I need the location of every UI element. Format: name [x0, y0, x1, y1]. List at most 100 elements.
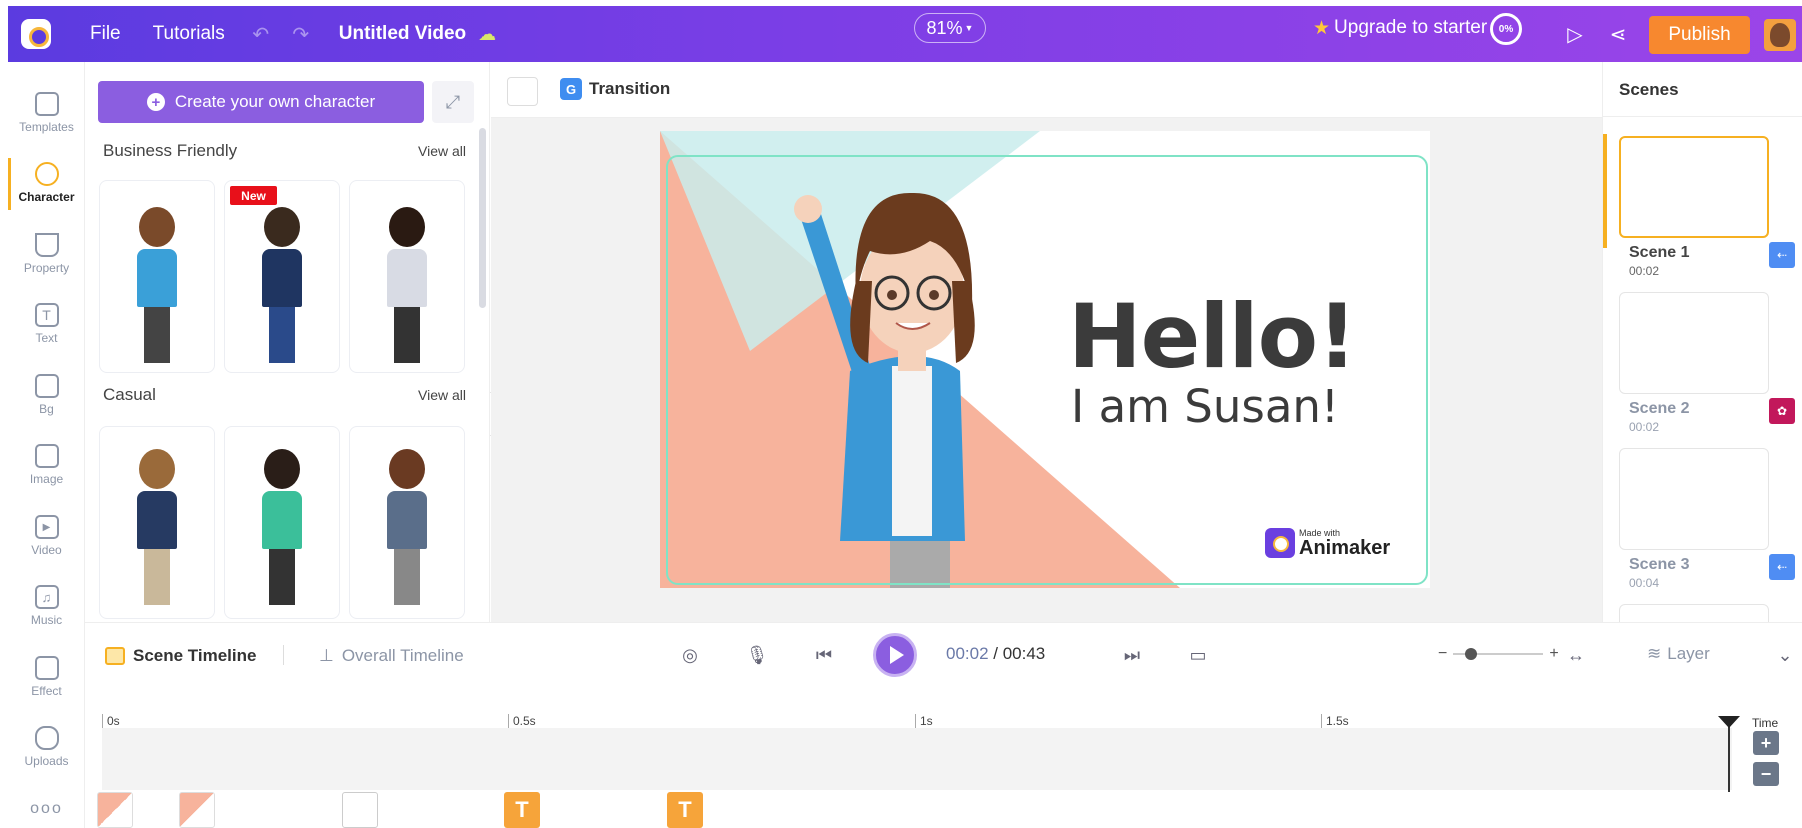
effect-icon: [34, 656, 59, 680]
slider-knob[interactable]: [1465, 648, 1478, 660]
layer-button[interactable]: ≋ Layer: [1647, 644, 1710, 664]
scene-name: Scene 2: [1629, 400, 1690, 417]
subtitle-text[interactable]: I am Susan!: [1071, 380, 1339, 433]
templates-icon: [34, 92, 59, 116]
timeline-clip[interactable]: [97, 792, 133, 828]
character-card[interactable]: [349, 426, 465, 619]
sidebar-item-text[interactable]: T Text: [8, 303, 85, 345]
zoom-out-button[interactable]: −: [1753, 762, 1779, 786]
subtitles-icon[interactable]: ▭: [1183, 640, 1213, 670]
divider: [1603, 116, 1802, 117]
view-all-link[interactable]: View all: [418, 143, 466, 159]
transition-button[interactable]: G Transition: [560, 78, 670, 100]
panel-scrollbar[interactable]: [479, 128, 486, 308]
publish-button[interactable]: Publish: [1649, 16, 1750, 54]
scene-timeline-icon: [105, 647, 125, 665]
character-figure: [262, 207, 302, 363]
ruler-tick: 0s: [102, 714, 120, 728]
timeline-zoom-slider[interactable]: − +: [1438, 645, 1559, 663]
microphone-icon[interactable]: 🎙: [742, 640, 772, 670]
scene-transition-icon[interactable]: ✿: [1769, 398, 1795, 424]
background-color-swatch[interactable]: [507, 77, 538, 106]
character-card[interactable]: [99, 180, 215, 373]
camera-focus-icon[interactable]: ◎: [675, 640, 705, 670]
scene-thumbnail[interactable]: [1619, 604, 1769, 622]
preview-play-icon[interactable]: ▷: [1560, 6, 1590, 62]
create-character-button[interactable]: + Create your own character: [98, 81, 424, 123]
skip-forward-icon[interactable]: ⏭: [1117, 640, 1147, 670]
playhead[interactable]: [1728, 720, 1730, 792]
tutorials-menu[interactable]: Tutorials: [137, 6, 241, 62]
sidebar-item-label: Character: [18, 190, 75, 204]
character-card[interactable]: [349, 180, 465, 373]
tab-scene-timeline[interactable]: Scene Timeline: [105, 623, 256, 689]
undo-icon[interactable]: ↶: [241, 6, 281, 62]
sidebar-item-templates[interactable]: Templates: [8, 92, 85, 134]
upgrade-link[interactable]: ★ Upgrade to starter: [1313, 0, 1487, 56]
timeline-track[interactable]: [102, 728, 1732, 790]
brand-name: Animaker: [1299, 537, 1391, 559]
layers-icon: ≋: [1647, 644, 1662, 663]
image-icon: [34, 444, 59, 468]
fit-width-icon[interactable]: ↔: [1561, 640, 1591, 670]
user-avatar[interactable]: [1764, 19, 1796, 51]
sidebar-item-label: Video: [31, 543, 62, 557]
project-title[interactable]: Untitled Video: [321, 23, 478, 45]
character-card[interactable]: [224, 180, 340, 373]
sidebar-item-label: Image: [29, 472, 64, 486]
share-icon[interactable]: ⋖: [1603, 6, 1633, 62]
plus-icon: +: [146, 93, 165, 111]
expand-icon[interactable]: ⤢: [432, 81, 474, 123]
transition-icon: G: [560, 78, 582, 100]
tab-overall-timeline[interactable]: ⊥ Overall Timeline: [319, 623, 464, 689]
redo-icon[interactable]: ↷: [281, 6, 321, 62]
sidebar-item-effect[interactable]: Effect: [8, 656, 85, 698]
text-icon: T: [34, 303, 59, 327]
scene-thumbnail[interactable]: [1619, 448, 1769, 550]
sidebar-item-image[interactable]: Image: [8, 444, 85, 486]
playhead-handle[interactable]: [1718, 716, 1740, 728]
sidebar-item-label: Property: [23, 261, 70, 275]
skip-back-icon[interactable]: ⏮: [809, 640, 839, 670]
sidebar-item-uploads[interactable]: Uploads: [8, 726, 85, 768]
sidebar-item-video[interactable]: ▶ Video: [8, 515, 85, 557]
character-card[interactable]: [224, 426, 340, 619]
sidebar-item-property[interactable]: Property: [8, 233, 85, 275]
zoom-dropdown[interactable]: 81% ▼: [914, 13, 986, 43]
headline-text[interactable]: Hello!: [1068, 285, 1357, 388]
app-logo[interactable]: [8, 6, 64, 62]
scene-transition-icon[interactable]: ⇠: [1769, 554, 1795, 580]
left-sidebar: Templates Character Property T Text Bg Im…: [8, 62, 85, 828]
scene-thumbnail[interactable]: [1619, 136, 1769, 238]
timeline-clip[interactable]: T: [667, 792, 703, 828]
timeline-clip[interactable]: [179, 792, 215, 828]
zoom-out-icon[interactable]: −: [1438, 645, 1447, 663]
character-panel: + Create your own character ⤢ Business Fr…: [85, 62, 490, 622]
sidebar-item-character[interactable]: Character: [8, 162, 85, 204]
sidebar-item-label: Music: [30, 613, 63, 627]
zoom-in-icon[interactable]: +: [1549, 645, 1558, 663]
timeline-clip[interactable]: T: [504, 792, 540, 828]
character-figure: [387, 207, 427, 363]
character-figure: [387, 449, 427, 605]
timeline-clip[interactable]: [342, 792, 378, 828]
play-button[interactable]: [873, 633, 917, 677]
cloud-saved-icon: ☁: [478, 23, 497, 44]
sidebar-item-bg[interactable]: Bg: [8, 374, 85, 416]
scene-thumbnail[interactable]: [1619, 292, 1769, 394]
sidebar-item-music[interactable]: ♫ Music: [8, 585, 85, 627]
cloud-upload-icon: [34, 726, 59, 750]
slider-track[interactable]: [1453, 648, 1544, 660]
animaker-logo-icon: [21, 19, 51, 49]
zoom-in-button[interactable]: +: [1753, 731, 1779, 755]
file-menu[interactable]: File: [74, 6, 137, 62]
chevron-down-icon: ▼: [964, 23, 974, 33]
scene-duration: 00:02: [1629, 264, 1660, 278]
more-options-icon[interactable]: ooo: [8, 800, 85, 818]
sidebar-item-label: Effect: [31, 684, 62, 698]
view-all-link[interactable]: View all: [418, 387, 466, 403]
scene-duration: 00:04: [1629, 576, 1660, 590]
character-card[interactable]: [99, 426, 215, 619]
scene-transition-icon[interactable]: ⇠: [1769, 242, 1795, 268]
chevron-down-icon[interactable]: ⌄: [1770, 640, 1800, 670]
